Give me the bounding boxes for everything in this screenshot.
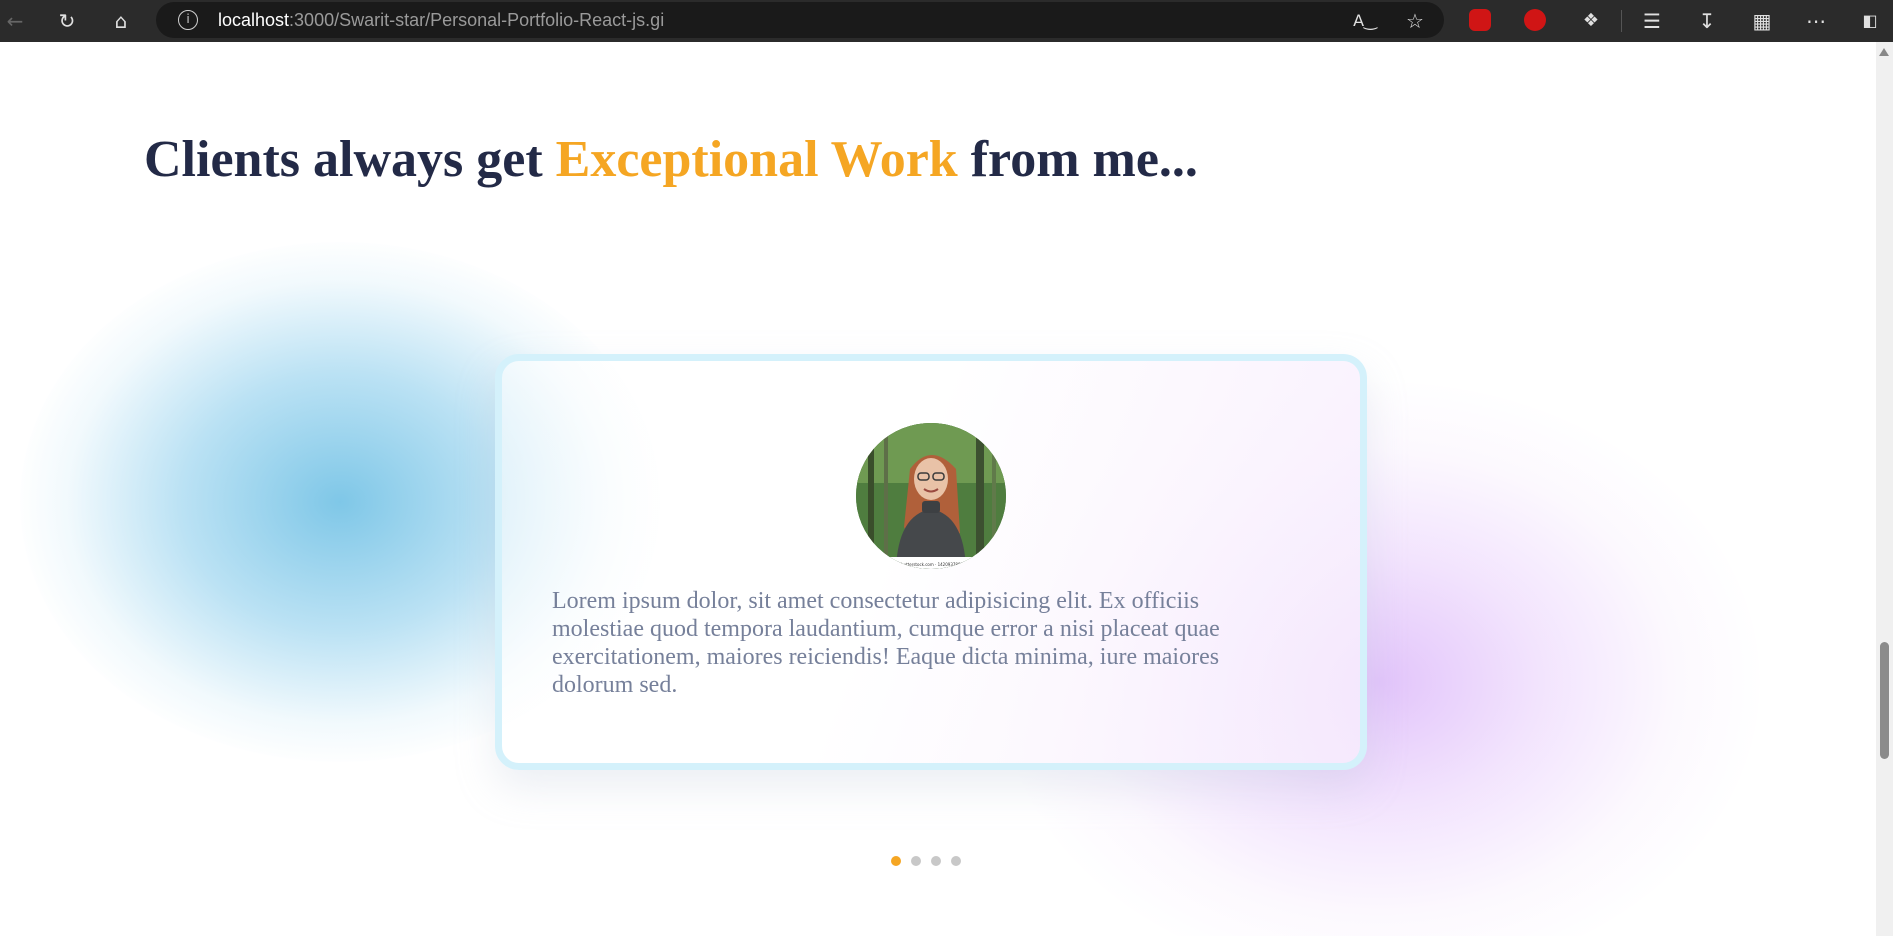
sidebar-icon[interactable]: ◧: [1857, 8, 1883, 34]
read-aloud-icon[interactable]: A‿: [1352, 8, 1378, 34]
toolbar-divider: [1621, 10, 1622, 32]
pagination-dot-2[interactable]: [911, 856, 921, 866]
extensions-puzzle-icon[interactable]: ❖: [1578, 8, 1604, 34]
browser-toolbar: ← ↻ ⌂ i localhost:3000/Swarit-star/Perso…: [0, 0, 1893, 42]
home-icon[interactable]: ⌂: [108, 8, 134, 34]
address-bar[interactable]: i localhost:3000/Swarit-star/Personal-Po…: [156, 2, 1444, 38]
site-info-icon[interactable]: i: [178, 10, 198, 30]
pagination-dot-4[interactable]: [951, 856, 961, 866]
heading-accent: Exceptional Work: [555, 131, 958, 188]
client-avatar-image: shutterstock.com · 1420937897: [856, 423, 1006, 569]
avatar-caption: shutterstock.com · 1420937897: [899, 562, 964, 567]
pagination-dot-3[interactable]: [931, 856, 941, 866]
url-text[interactable]: localhost:3000/Swarit-star/Personal-Port…: [218, 10, 664, 31]
collections-icon[interactable]: ▦: [1749, 8, 1775, 34]
more-icon[interactable]: ⋯: [1803, 8, 1829, 34]
back-icon[interactable]: ←: [2, 8, 28, 34]
scrollbar-thumb[interactable]: [1880, 642, 1889, 759]
extension-shield-icon[interactable]: [1469, 9, 1491, 31]
favorites-list-icon[interactable]: ☰: [1639, 8, 1665, 34]
downloads-icon[interactable]: ↧: [1694, 8, 1720, 34]
testimonial-card: shutterstock.com · 1420937897 Lorem ipsu…: [495, 354, 1367, 770]
favorite-star-icon[interactable]: ☆: [1402, 8, 1428, 34]
vertical-scrollbar[interactable]: [1876, 42, 1893, 936]
page-content: Clients always get Exceptional Work from…: [0, 42, 1876, 936]
client-avatar: shutterstock.com · 1420937897: [856, 423, 1006, 569]
pagination-dot-1[interactable]: [891, 856, 901, 866]
extension-hand-icon[interactable]: [1524, 9, 1546, 31]
refresh-icon[interactable]: ↻: [54, 8, 80, 34]
testimonial-text: Lorem ipsum dolor, sit amet consectetur …: [552, 588, 1220, 698]
section-heading: Clients always get Exceptional Work from…: [144, 131, 1198, 188]
scroll-up-icon[interactable]: [1879, 48, 1889, 56]
